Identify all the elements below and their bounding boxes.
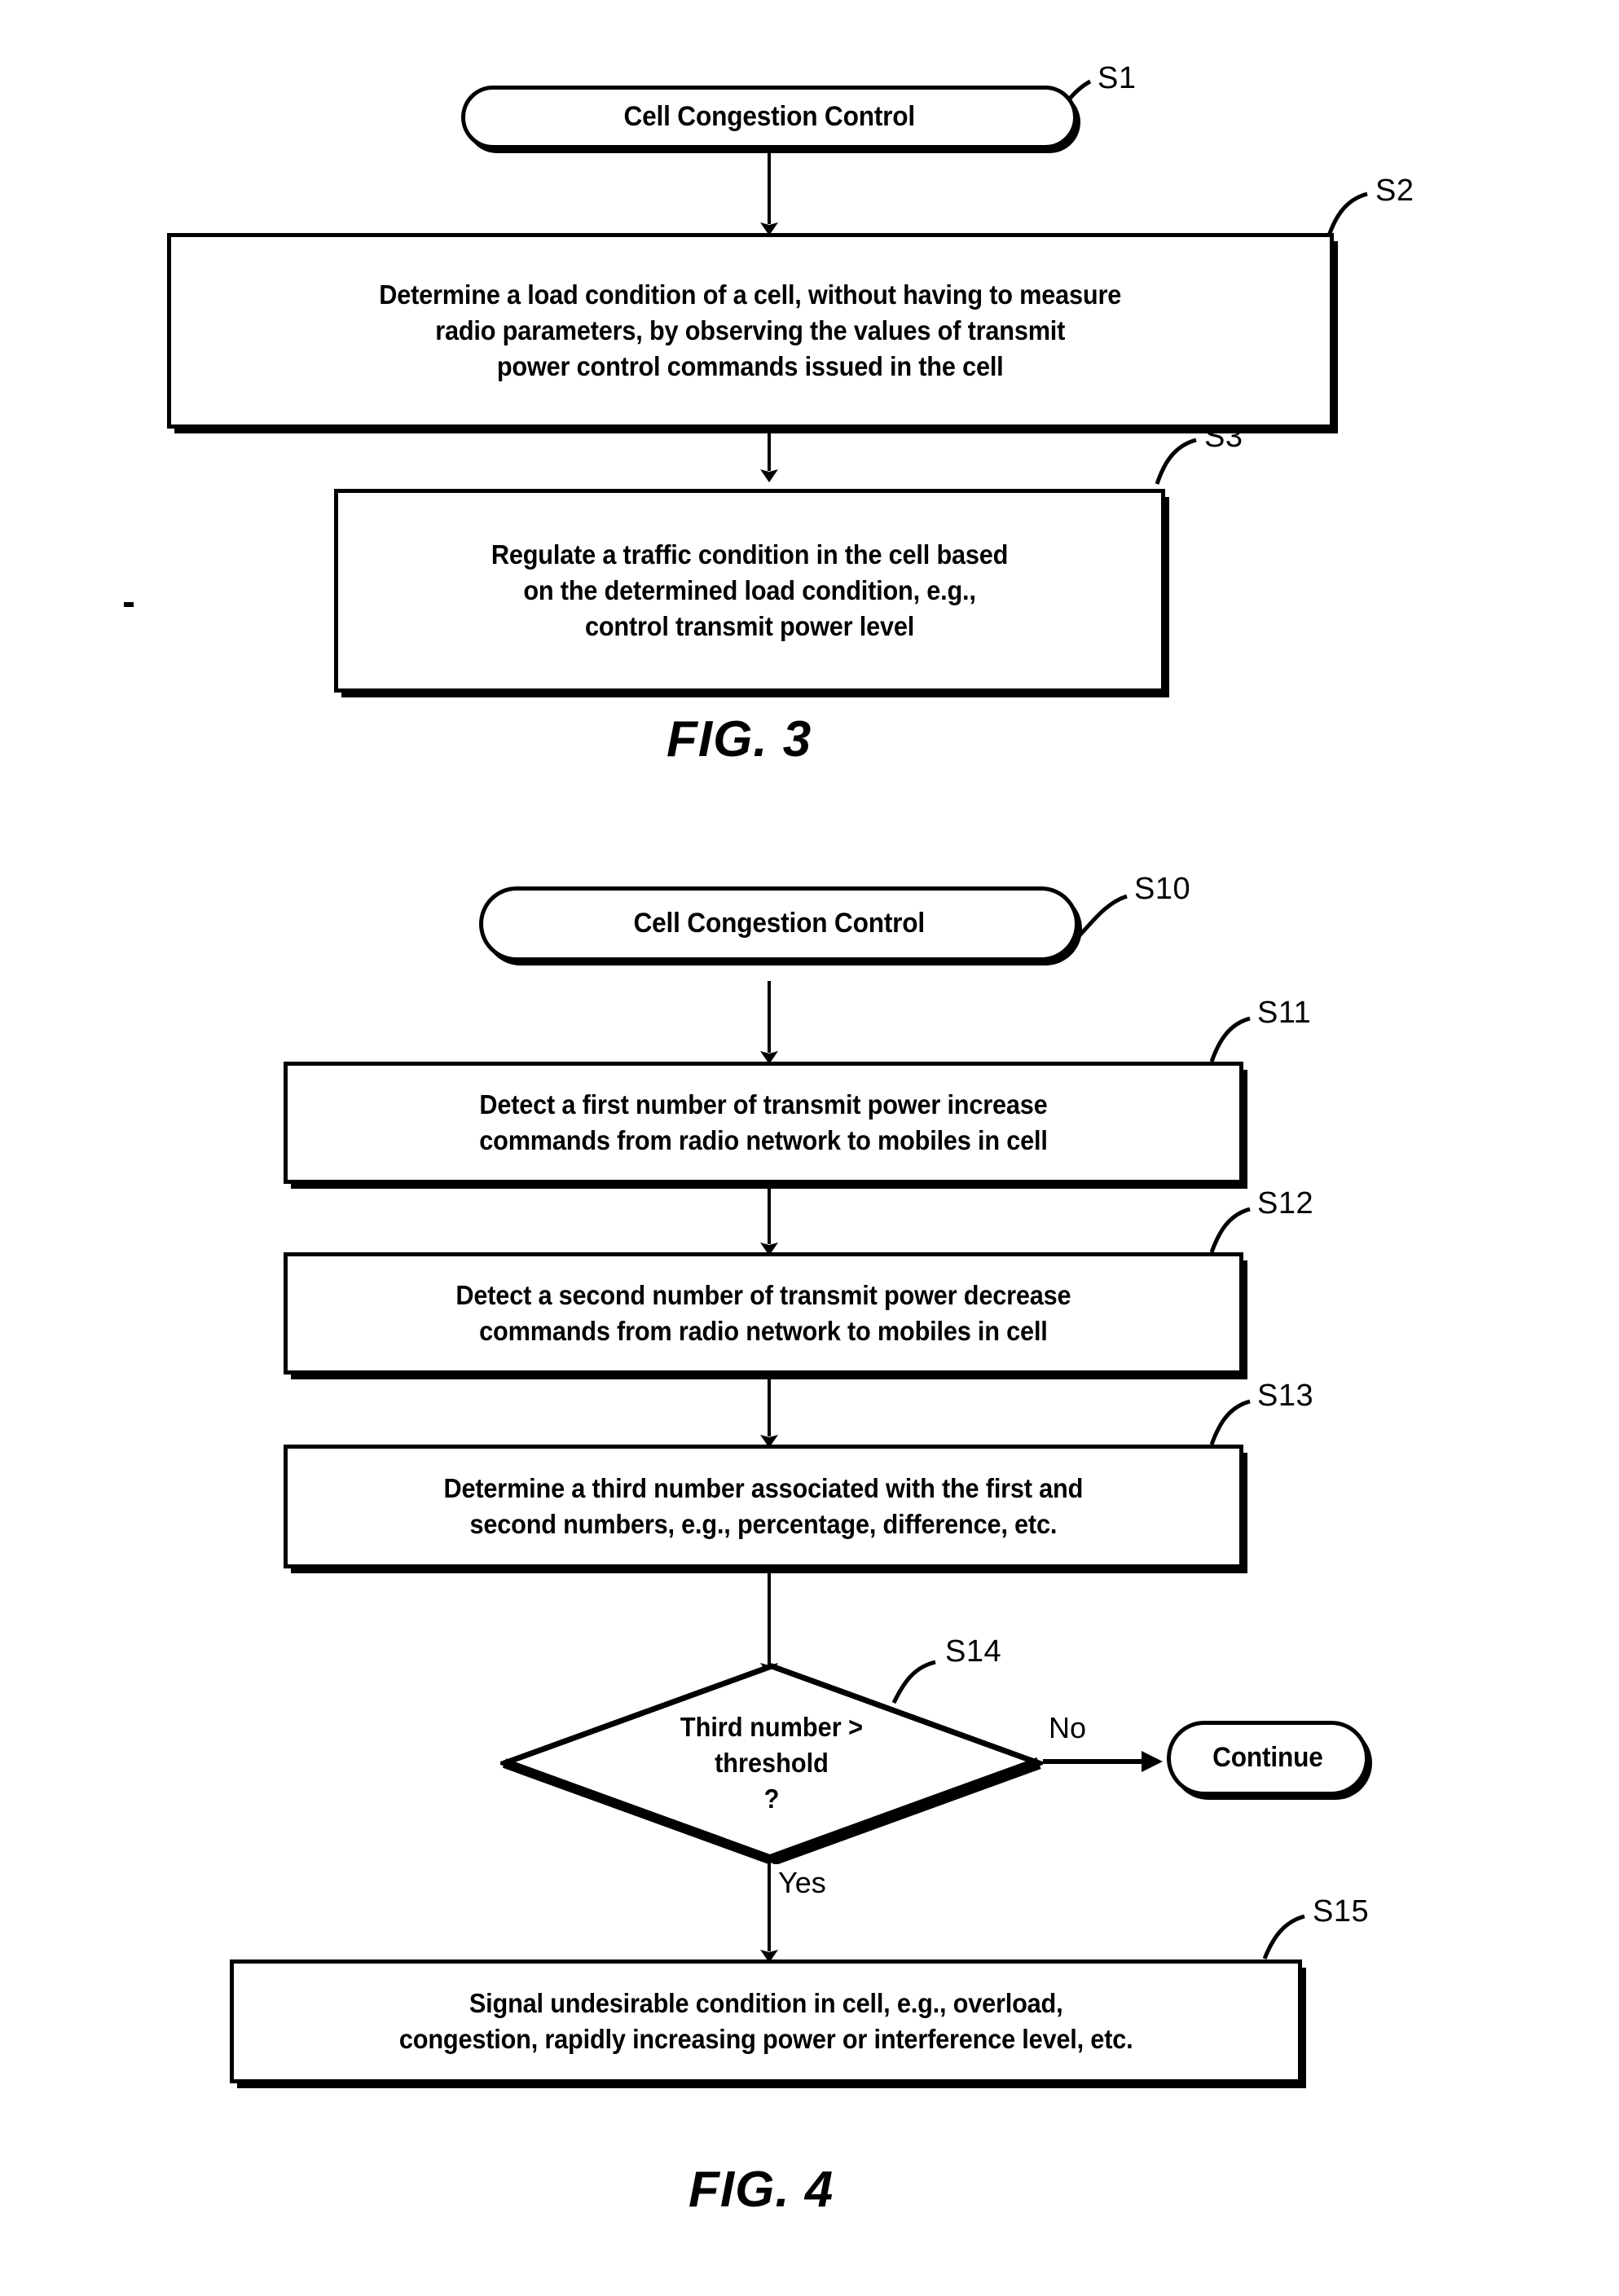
scan-speck — [124, 602, 134, 607]
node-s2-label: Determine a load condition of a cell, wi… — [379, 279, 1122, 381]
node-s13-label: Determine a third number associated with… — [443, 1473, 1084, 1539]
node-s12-detect-second-number[interactable]: Detect a second number of transmit power… — [284, 1252, 1243, 1375]
step-ref-s3: S3 — [1204, 420, 1243, 454]
leader-s15 — [1262, 1914, 1305, 1960]
leader-s12 — [1209, 1207, 1251, 1253]
node-s11-detect-first-number[interactable]: Detect a first number of transmit power … — [284, 1062, 1243, 1184]
step-ref-s13: S13 — [1257, 1379, 1314, 1413]
node-s14-decision-third-number-threshold[interactable]: Third number > threshold ? — [500, 1662, 1043, 1864]
node-s13-determine-third-number[interactable]: Determine a third number associated with… — [284, 1445, 1243, 1568]
node-s12-label: Detect a second number of transmit power… — [455, 1280, 1071, 1346]
step-ref-s14: S14 — [945, 1634, 1002, 1669]
leader-s2 — [1326, 191, 1368, 239]
node-continue-label: Continue — [1212, 1742, 1323, 1774]
node-s10-label: Cell Congestion Control — [633, 908, 925, 939]
node-s11-label: Detect a first number of transmit power … — [479, 1089, 1048, 1155]
node-continue-terminator[interactable]: Continue — [1167, 1721, 1369, 1796]
node-s14-label: Third number > threshold ? — [680, 1712, 864, 1814]
node-s1-cell-congestion-control[interactable]: Cell Congestion Control — [461, 86, 1077, 149]
edge-label-no: No — [1049, 1711, 1087, 1744]
node-s2-determine-load-condition[interactable]: Determine a load condition of a cell, wi… — [167, 233, 1334, 429]
node-s15-signal-undesirable-condition[interactable]: Signal undesirable condition in cell, e.… — [230, 1960, 1302, 2083]
step-ref-s2: S2 — [1375, 174, 1414, 208]
step-ref-s12: S12 — [1257, 1186, 1314, 1221]
leader-s10 — [1078, 894, 1128, 937]
patent-figure-sheet: Cell Congestion Control S1 Determine a l… — [0, 0, 1619, 2296]
step-ref-s1: S1 — [1098, 61, 1137, 95]
step-ref-s11: S11 — [1257, 996, 1312, 1030]
node-s1-label: Cell Congestion Control — [623, 101, 915, 133]
figure-caption-3: FIG. 3 — [667, 711, 812, 768]
figure-caption-4: FIG. 4 — [689, 2162, 834, 2218]
edge-label-yes: Yes — [778, 1866, 826, 1899]
step-ref-s15: S15 — [1313, 1894, 1370, 1929]
node-s10-cell-congestion-control[interactable]: Cell Congestion Control — [479, 886, 1079, 961]
leader-s3 — [1155, 438, 1197, 485]
step-ref-s10: S10 — [1134, 872, 1191, 906]
node-s3-label: Regulate a traffic condition in the cell… — [491, 539, 1009, 641]
node-s3-regulate-traffic-condition[interactable]: Regulate a traffic condition in the cell… — [334, 489, 1165, 693]
leader-s13 — [1209, 1399, 1251, 1445]
leader-s11 — [1209, 1016, 1251, 1062]
node-s15-label: Signal undesirable condition in cell, e.… — [398, 1988, 1133, 2054]
